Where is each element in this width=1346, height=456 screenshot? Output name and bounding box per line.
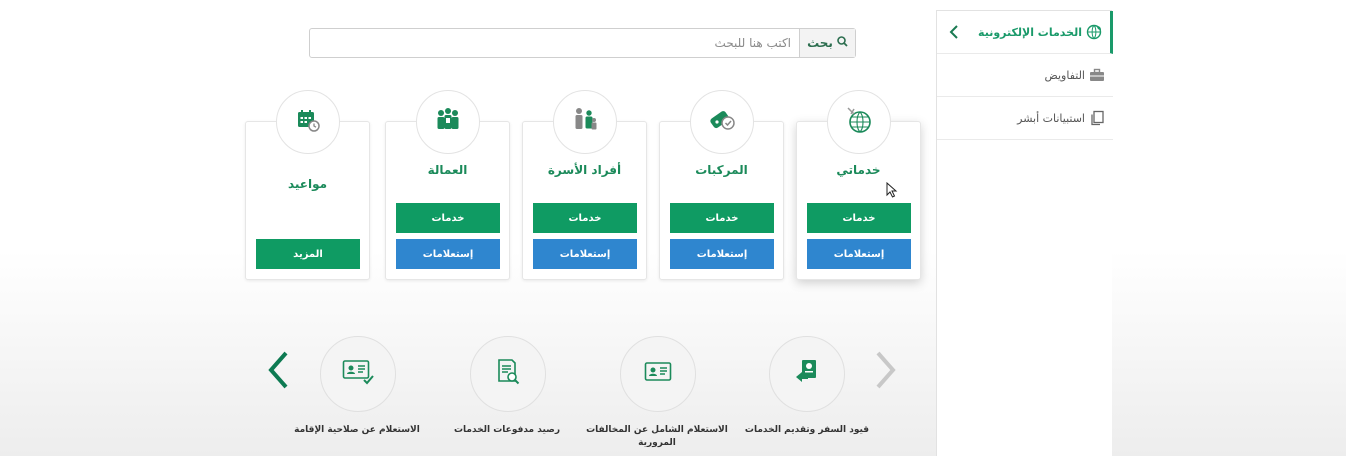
chevron-left-icon[interactable] <box>947 25 961 39</box>
card-icon-circle <box>826 90 891 154</box>
globe-leaf-icon <box>1086 24 1102 40</box>
card-title: العمالة <box>427 163 468 177</box>
sidebar-item-label: الخدمات الإلكترونية <box>978 25 1082 39</box>
calendar-clock-icon <box>295 107 321 137</box>
id-card-check-icon <box>342 359 374 389</box>
travel-document-icon <box>792 357 822 391</box>
id-card-icon <box>644 361 672 387</box>
sidebar-item-e-services[interactable]: الخدمات الإلكترونية <box>937 11 1113 54</box>
card-appointments: مواعيد المزيد <box>245 90 370 280</box>
card-icon-circle <box>552 90 617 154</box>
quick-service-label: رصيد مدفوعات الخدمات <box>453 425 561 435</box>
family-icon <box>570 105 600 139</box>
card-title: أفراد الأسرة <box>547 163 622 177</box>
inquiries-button[interactable]: إستعلامات <box>533 239 637 269</box>
services-button[interactable]: خدمات <box>533 203 637 233</box>
quick-service-label: قيود السفر وتقديم الخدمات <box>744 425 870 435</box>
sidebar: الخدمات الإلكترونية التفاويض استبيانات أ… <box>936 10 1113 456</box>
quick-service-travel-restrictions[interactable] <box>769 336 845 412</box>
quick-service-label: الاستعلام الشامل عن المخالفات المرورية <box>586 425 728 448</box>
services-button[interactable]: خدمات <box>670 203 774 233</box>
car-key-icon <box>707 105 737 139</box>
card-title: خدماتي <box>836 163 881 177</box>
receipt-search-icon <box>495 358 521 390</box>
carousel-prev-arrow[interactable] <box>263 350 293 394</box>
search-bar: بحث <box>309 28 856 58</box>
quick-service-iqama-validity[interactable] <box>320 336 396 412</box>
sidebar-item-label: التفاويض <box>1044 68 1086 82</box>
card-icon-circle <box>415 90 480 154</box>
card-vehicles: المركبات خدمات إستعلامات <box>659 90 784 280</box>
search-icon <box>837 36 848 50</box>
globe-icon <box>844 105 874 139</box>
card-my-services: خدماتي خدمات إستعلامات <box>796 90 921 280</box>
sidebar-item-delegations[interactable]: التفاويض <box>937 54 1113 97</box>
services-button[interactable]: خدمات <box>807 203 911 233</box>
card-icon-circle <box>689 90 754 154</box>
mouse-cursor-icon <box>886 181 898 202</box>
card-icon-circle <box>275 90 340 154</box>
search-button[interactable]: بحث <box>799 29 855 57</box>
carousel-next-arrow[interactable] <box>870 350 900 394</box>
quick-service-payments-balance[interactable] <box>470 336 546 412</box>
search-input[interactable] <box>310 29 799 57</box>
card-title: مواعيد <box>287 177 328 191</box>
sidebar-item-label: استبيانات أبشر <box>1017 111 1085 125</box>
copy-documents-icon <box>1089 110 1105 126</box>
inquiries-button[interactable]: إستعلامات <box>807 239 911 269</box>
briefcase-icon <box>1089 67 1105 83</box>
card-title: المركبات <box>695 163 748 177</box>
more-button[interactable]: المزيد <box>256 239 360 269</box>
quick-service-traffic-violations[interactable] <box>620 336 696 412</box>
workers-icon <box>433 105 463 139</box>
card-family-members: أفراد الأسرة خدمات إستعلامات <box>522 90 647 280</box>
chevron-left-icon <box>266 350 290 394</box>
inquiries-button[interactable]: إستعلامات <box>396 239 500 269</box>
sidebar-item-surveys[interactable]: استبيانات أبشر <box>937 97 1113 140</box>
quick-service-label: الاستعلام عن صلاحية الإقامة <box>294 425 420 435</box>
chevron-right-icon <box>873 350 897 394</box>
search-button-label: بحث <box>807 36 833 50</box>
card-labor: العمالة خدمات إستعلامات <box>385 90 510 280</box>
inquiries-button[interactable]: إستعلامات <box>670 239 774 269</box>
services-button[interactable]: خدمات <box>396 203 500 233</box>
